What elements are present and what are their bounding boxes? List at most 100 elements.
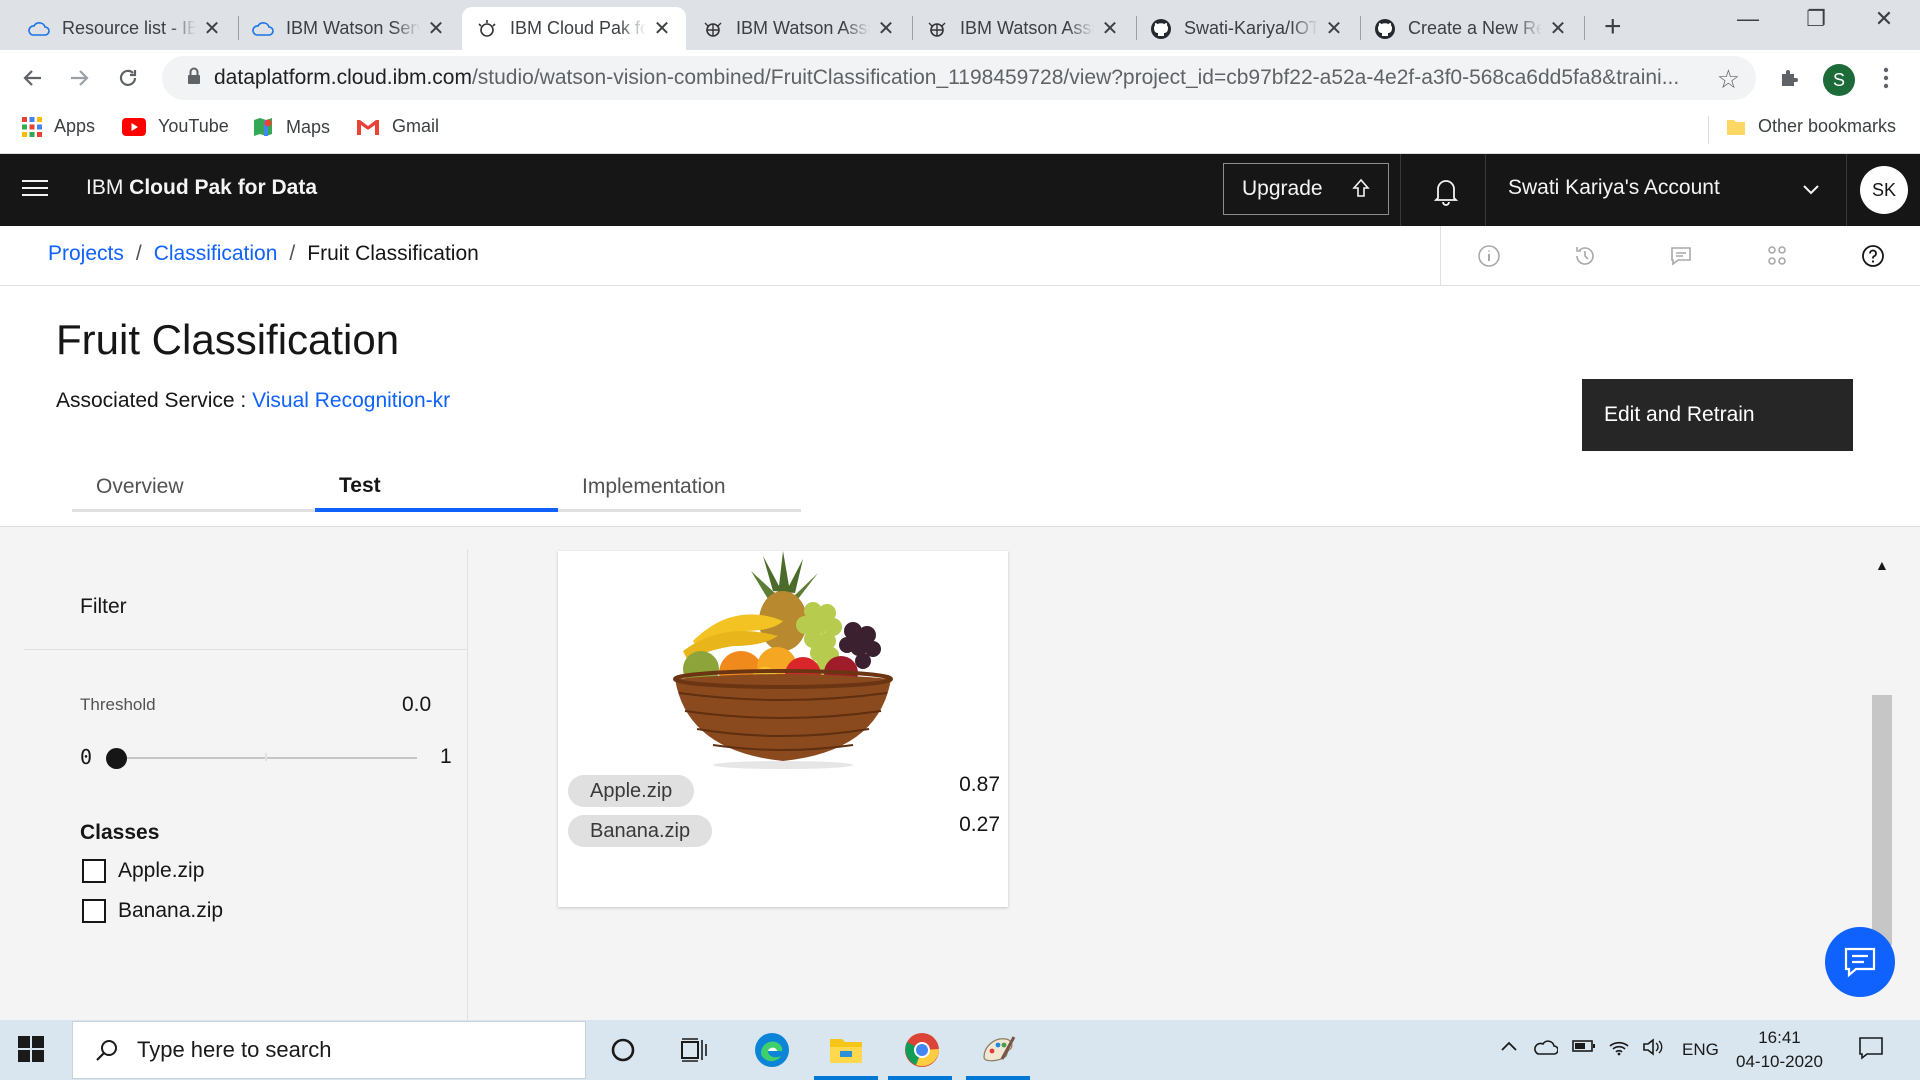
lock-icon [174, 67, 214, 90]
test-result-card[interactable]: Apple.zip 0.87 Banana.zip 0.27 [558, 551, 1008, 907]
extensions-button[interactable] [1772, 60, 1808, 96]
threshold-value[interactable]: 0.0 [402, 693, 431, 717]
threshold-slider-thumb[interactable] [106, 748, 127, 769]
close-tab-icon[interactable]: ✕ [652, 16, 672, 41]
browser-tab[interactable]: Resource list - IBM ✕ [14, 7, 236, 50]
edge-browser-icon[interactable] [752, 1030, 792, 1070]
close-tab-icon[interactable]: ✕ [1324, 16, 1344, 41]
browser-tab-active[interactable]: IBM Cloud Pak for Data ✕ [462, 7, 686, 50]
browser-menu-button[interactable] [1868, 60, 1904, 96]
scrollbar-thumb[interactable] [1872, 695, 1892, 945]
threshold-label: Threshold [80, 695, 156, 714]
notifications-bell-icon[interactable] [1432, 176, 1460, 211]
paint-icon[interactable] [978, 1030, 1018, 1070]
slider-max-label: 1 [440, 745, 452, 768]
breadcrumb-classification[interactable]: Classification [154, 242, 278, 266]
history-icon[interactable] [1537, 226, 1633, 286]
scroll-up-arrow-icon[interactable]: ▲ [1875, 557, 1889, 573]
file-explorer-icon[interactable] [826, 1030, 866, 1070]
cortana-icon[interactable] [603, 1030, 643, 1070]
battery-icon[interactable] [1572, 1038, 1596, 1059]
reload-button[interactable] [110, 60, 146, 96]
youtube-icon [122, 117, 146, 136]
back-button[interactable] [14, 60, 50, 96]
help-icon[interactable] [1825, 226, 1920, 286]
chrome-icon[interactable] [902, 1030, 942, 1070]
tab-implementation[interactable]: Implementation [558, 464, 801, 512]
fruit-basket-image [673, 551, 893, 769]
checkbox[interactable] [82, 899, 106, 923]
user-avatar[interactable]: SK [1860, 166, 1908, 214]
test-panel: Filter Threshold 0.0 0 1 Classes Apple.z… [0, 526, 1920, 1021]
hamburger-menu-icon[interactable] [22, 180, 48, 200]
page-title: Fruit Classification [56, 316, 400, 363]
slider-min-label: 0 [80, 745, 93, 769]
close-tab-icon[interactable]: ✕ [202, 16, 222, 41]
info-icon[interactable] [1441, 226, 1537, 286]
breadcrumb-projects[interactable]: Projects [48, 242, 124, 266]
folder-icon [1726, 118, 1746, 136]
close-tab-icon[interactable]: ✕ [1548, 16, 1568, 41]
tab-overview[interactable]: Overview [72, 464, 315, 512]
tab-test[interactable]: Test [315, 464, 558, 512]
address-bar[interactable]: dataplatform.cloud.ibm.com/studio/watson… [162, 56, 1756, 100]
show-hidden-icons-chevron-icon[interactable] [1500, 1038, 1518, 1059]
forward-button[interactable] [62, 60, 98, 96]
volume-icon[interactable] [1642, 1038, 1664, 1061]
bookmark-apps[interactable]: Apps [22, 116, 95, 137]
edit-and-retrain-button[interactable]: Edit and Retrain [1582, 379, 1853, 451]
page-tabs: Overview Test Implementation [72, 464, 801, 512]
close-tab-icon[interactable]: ✕ [876, 16, 896, 41]
browser-tab[interactable]: Create a New Repository ✕ [1360, 7, 1582, 50]
onedrive-icon[interactable] [1532, 1038, 1559, 1061]
prediction-score: 0.27 [959, 813, 1000, 836]
bookmark-other[interactable]: Other bookmarks [1726, 116, 1896, 137]
chat-button[interactable] [1825, 927, 1895, 997]
browser-toolbar: dataplatform.cloud.ibm.com/studio/watson… [0, 50, 1920, 106]
bookmark-youtube[interactable]: YouTube [122, 116, 229, 137]
close-tab-icon[interactable]: ✕ [1100, 16, 1120, 41]
account-switcher[interactable]: Swati Kariya's Account [1508, 176, 1720, 200]
breadcrumb-bar: Projects / Classification / Fruit Classi… [0, 226, 1920, 286]
new-tab-button[interactable]: + [1604, 10, 1622, 44]
browser-tab[interactable]: IBM Watson Services ✕ [238, 7, 460, 50]
apps-grid-icon [22, 116, 42, 137]
bookmark-star-icon[interactable]: ☆ [1717, 64, 1740, 95]
taskbar-search-input[interactable]: Type here to search [72, 1021, 586, 1079]
chevron-down-icon[interactable] [1800, 178, 1822, 205]
minimize-window-button[interactable]: — [1728, 6, 1768, 32]
class-filter-banana[interactable]: Banana.zip [82, 899, 223, 923]
close-window-button[interactable]: ✕ [1864, 6, 1904, 32]
bookmarks-bar: Apps YouTube Maps Gmail Other bookmarks [0, 106, 1920, 154]
bookmark-maps[interactable]: Maps [252, 116, 330, 138]
prediction-class-tag: Banana.zip [568, 815, 713, 847]
associated-service: Associated Service : Visual Recognition-… [56, 389, 451, 412]
browser-tab[interactable]: Swati-Kariya/IOT ✕ [1136, 7, 1358, 50]
bookmark-gmail[interactable]: Gmail [356, 116, 439, 137]
profile-avatar[interactable]: S [1823, 64, 1855, 96]
notification-center-icon[interactable] [1858, 1036, 1884, 1065]
threshold-slider-track[interactable] [117, 757, 417, 759]
browser-tab[interactable]: IBM Watson Assistant ✕ [912, 7, 1134, 50]
comment-icon[interactable] [1633, 226, 1729, 286]
chat-bubble-icon [1844, 947, 1876, 978]
checkbox[interactable] [82, 859, 106, 883]
associated-service-link[interactable]: Visual Recognition-kr [252, 389, 450, 412]
class-filter-apple[interactable]: Apple.zip [82, 859, 204, 883]
browser-tab[interactable]: IBM Watson Assistant ✕ [688, 7, 910, 50]
upgrade-button[interactable]: Upgrade [1223, 163, 1389, 215]
task-view-icon[interactable] [674, 1030, 714, 1070]
project-actions [1440, 226, 1920, 286]
collaborators-icon[interactable] [1729, 226, 1825, 286]
restore-window-button[interactable]: ❐ [1796, 6, 1836, 32]
windows-start-icon[interactable] [18, 1036, 44, 1067]
product-name[interactable]: IBM Cloud Pak for Data [86, 176, 317, 200]
close-tab-icon[interactable]: ✕ [426, 16, 446, 41]
wifi-icon[interactable] [1608, 1038, 1630, 1061]
taskbar-clock[interactable]: 16:41 04-10-2020 [1736, 1026, 1823, 1074]
gmail-icon [356, 118, 380, 136]
page-header: Fruit Classification Associated Service … [0, 286, 1920, 526]
breadcrumb: Projects / Classification / Fruit Classi… [48, 242, 479, 266]
cloud-icon [28, 18, 50, 40]
input-language[interactable]: ENG [1682, 1040, 1719, 1060]
